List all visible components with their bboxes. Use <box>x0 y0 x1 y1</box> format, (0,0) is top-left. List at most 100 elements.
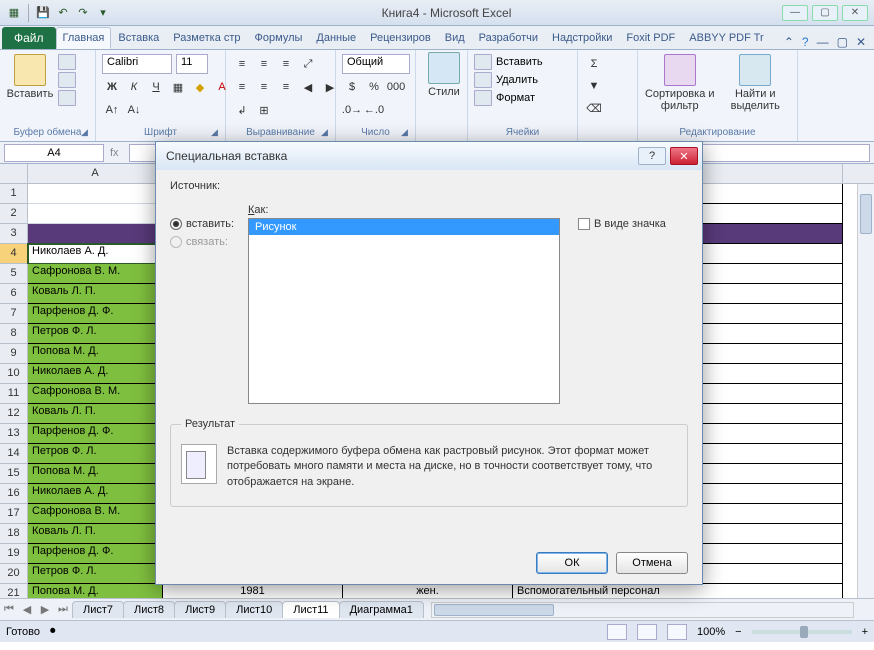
copy-icon[interactable] <box>58 72 76 88</box>
ok-button[interactable]: ОК <box>536 552 608 574</box>
macro-record-icon[interactable]: ⏺ <box>50 625 56 638</box>
paste-button[interactable]: Вставить <box>6 54 54 100</box>
indent-dec-button[interactable]: ◀ <box>298 77 318 97</box>
vscroll-thumb[interactable] <box>860 194 872 234</box>
row-header[interactable]: 3 <box>0 224 28 244</box>
ribbon-tab[interactable]: Разработчи <box>472 27 545 49</box>
styles-button[interactable]: Стили <box>420 52 468 98</box>
align-bot-button[interactable]: ≡ <box>276 54 296 74</box>
bold-button[interactable]: Ж <box>102 77 122 97</box>
cell[interactable]: Николаев А. Д. <box>28 484 163 504</box>
sheet-tab[interactable]: Лист11 <box>282 601 339 618</box>
currency-button[interactable]: $ <box>342 77 362 97</box>
sheet-nav-prev[interactable]: ◀ <box>18 603 36 616</box>
cell[interactable]: Парфенов Д. Ф. <box>28 424 163 444</box>
font-launcher-icon[interactable]: ◢ <box>211 127 223 139</box>
underline-button[interactable]: Ч <box>146 77 166 97</box>
dec-decimal-button[interactable]: ←.0 <box>364 100 384 120</box>
row-header[interactable]: 8 <box>0 324 28 344</box>
row-header[interactable]: 17 <box>0 504 28 524</box>
row-header[interactable]: 19 <box>0 544 28 564</box>
fx-icon[interactable]: fx <box>104 147 125 159</box>
ribbon-tab[interactable]: Вид <box>438 27 472 49</box>
cell[interactable]: Сафронова В. М. <box>28 384 163 404</box>
as-icon-checkbox[interactable]: В виде значка <box>578 218 688 230</box>
close-button[interactable]: ✕ <box>842 5 868 21</box>
row-header[interactable]: 4 <box>0 244 28 264</box>
format-cells-label[interactable]: Формат <box>496 92 535 104</box>
select-all-corner[interactable] <box>0 164 28 183</box>
sheet-tab[interactable]: Лист7 <box>72 601 124 618</box>
cell[interactable]: 1981 <box>163 584 343 598</box>
autosum-button[interactable]: Σ <box>584 54 604 74</box>
cell[interactable]: жен. <box>343 584 513 598</box>
redo-icon[interactable]: ↷ <box>75 5 91 21</box>
zoom-slider[interactable] <box>752 630 852 634</box>
doc-min-icon[interactable]: — <box>817 35 829 49</box>
format-cells-icon[interactable] <box>474 90 492 106</box>
sheet-tab[interactable]: Диаграмма1 <box>339 601 424 618</box>
cut-icon[interactable] <box>58 54 76 70</box>
delete-cells-icon[interactable] <box>474 72 492 88</box>
cell[interactable] <box>28 204 163 224</box>
column-header[interactable]: A <box>28 164 163 183</box>
cell[interactable]: Попова М. Д. <box>28 584 163 598</box>
align-left-button[interactable]: ≡ <box>232 77 252 97</box>
zoom-level[interactable]: 100% <box>697 626 725 638</box>
font-name-select[interactable]: Calibri <box>102 54 172 74</box>
clear-button[interactable]: ⌫ <box>584 98 604 118</box>
ribbon-tab[interactable]: Разметка стр <box>166 27 247 49</box>
sheet-tab[interactable]: Лист9 <box>174 601 226 618</box>
row-header[interactable]: 13 <box>0 424 28 444</box>
file-tab[interactable]: Файл <box>2 27 56 49</box>
qat-dropdown-icon[interactable]: ▾ <box>95 5 111 21</box>
row-header[interactable]: 1 <box>0 184 28 204</box>
fill-button[interactable]: ▼ <box>584 76 604 96</box>
cell[interactable]: Попова М. Д. <box>28 344 163 364</box>
insert-cells-icon[interactable] <box>474 54 492 70</box>
insert-cells-label[interactable]: Вставить <box>496 56 543 68</box>
hscroll-thumb[interactable] <box>434 604 554 616</box>
cell[interactable]: Коваль Л. П. <box>28 404 163 424</box>
list-item-selected[interactable]: Рисунок <box>249 219 559 235</box>
ribbon-tab[interactable]: ABBYY PDF Tr <box>682 27 770 49</box>
row-header[interactable]: 5 <box>0 264 28 284</box>
undo-icon[interactable]: ↶ <box>55 5 71 21</box>
ribbon-tab[interactable]: Надстройки <box>545 27 619 49</box>
view-break-button[interactable] <box>667 624 687 640</box>
row-header[interactable]: 16 <box>0 484 28 504</box>
number-launcher-icon[interactable]: ◢ <box>401 127 413 139</box>
zoom-in-button[interactable]: + <box>862 626 868 638</box>
number-format-select[interactable]: Общий <box>342 54 410 74</box>
dialog-help-button[interactable]: ? <box>638 147 666 165</box>
row-header[interactable]: 6 <box>0 284 28 304</box>
horizontal-scrollbar[interactable] <box>431 602 854 618</box>
cell[interactable]: Попова М. Д. <box>28 464 163 484</box>
delete-cells-label[interactable]: Удалить <box>496 74 538 86</box>
ribbon-tab[interactable]: Foxit PDF <box>619 27 682 49</box>
align-launcher-icon[interactable]: ◢ <box>321 127 333 139</box>
align-top-button[interactable]: ≡ <box>232 54 252 74</box>
help-icon[interactable]: ? <box>802 35 809 49</box>
cell[interactable]: Сафронова В. М. <box>28 264 163 284</box>
font-size-select[interactable]: 11 <box>176 54 208 74</box>
sheet-tab[interactable]: Лист10 <box>225 601 283 618</box>
italic-button[interactable]: К <box>124 77 144 97</box>
sheet-tab[interactable]: Лист8 <box>123 601 175 618</box>
cell[interactable]: Николаев А. Д. <box>28 244 163 264</box>
cell[interactable]: Петров Ф. Л. <box>28 444 163 464</box>
cell[interactable]: Коваль Л. П. <box>28 284 163 304</box>
comma-button[interactable]: 000 <box>386 77 406 97</box>
cell[interactable] <box>28 184 163 204</box>
row-header[interactable]: 2 <box>0 204 28 224</box>
save-icon[interactable]: 💾 <box>35 5 51 21</box>
sort-filter-button[interactable]: Сортировка и фильтр <box>644 54 716 112</box>
doc-restore-icon[interactable]: ▢ <box>837 35 848 49</box>
cell[interactable]: Петров Ф. Л. <box>28 324 163 344</box>
border-button[interactable]: ▦ <box>168 77 188 97</box>
cell[interactable]: Петров Ф. Л. <box>28 564 163 584</box>
sheet-nav-last[interactable]: ⏭ <box>54 603 72 616</box>
doc-close-icon[interactable]: ✕ <box>856 35 866 49</box>
view-layout-button[interactable] <box>637 624 657 640</box>
row-header[interactable]: 9 <box>0 344 28 364</box>
